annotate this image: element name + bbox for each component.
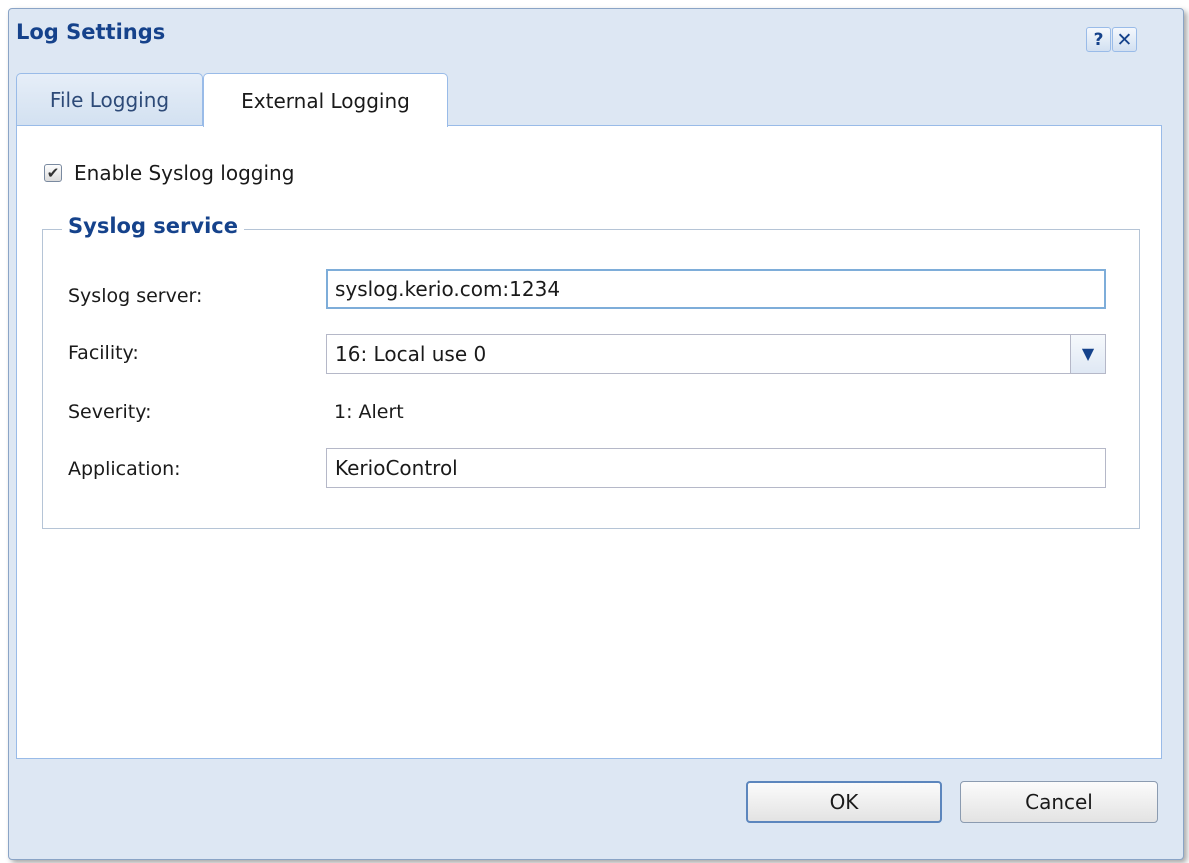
tab-external-logging[interactable]: External Logging	[203, 73, 448, 127]
enable-syslog-checkbox-row[interactable]: ✔ Enable Syslog logging	[44, 161, 294, 185]
facility-value: 16: Local use 0	[335, 342, 487, 366]
dialog-title: Log Settings	[16, 20, 166, 44]
severity-label: Severity:	[68, 401, 152, 423]
tab-file-logging[interactable]: File Logging	[16, 73, 203, 125]
enable-syslog-label: Enable Syslog logging	[74, 161, 295, 185]
cancel-button[interactable]: Cancel	[960, 781, 1158, 823]
application-label: Application:	[68, 458, 181, 480]
syslog-server-value: syslog.kerio.com:1234	[335, 277, 561, 301]
help-button[interactable]: ?	[1086, 27, 1111, 52]
enable-syslog-checkbox[interactable]: ✔	[44, 164, 62, 182]
chevron-down-icon[interactable]: ▼	[1070, 335, 1105, 373]
ok-button-label: OK	[829, 790, 859, 814]
close-button[interactable]: ✕	[1112, 27, 1137, 52]
facility-label: Facility:	[68, 342, 139, 364]
cancel-button-label: Cancel	[1025, 790, 1093, 814]
syslog-service-legend: Syslog service	[62, 214, 244, 238]
tab-label: File Logging	[49, 87, 170, 112]
tab-label: External Logging	[241, 88, 410, 113]
application-value: KerioControl	[335, 456, 458, 480]
facility-select[interactable]: 16: Local use 0 ▼	[326, 334, 1106, 374]
close-icon: ✕	[1116, 28, 1133, 51]
help-icon: ?	[1093, 29, 1104, 50]
application-input[interactable]: KerioControl	[326, 448, 1106, 488]
syslog-server-label: Syslog server:	[68, 285, 203, 307]
syslog-server-input[interactable]: syslog.kerio.com:1234	[326, 269, 1106, 309]
severity-value: 1: Alert	[334, 401, 404, 423]
ok-button[interactable]: OK	[746, 781, 942, 823]
checkmark-icon: ✔	[46, 164, 60, 182]
